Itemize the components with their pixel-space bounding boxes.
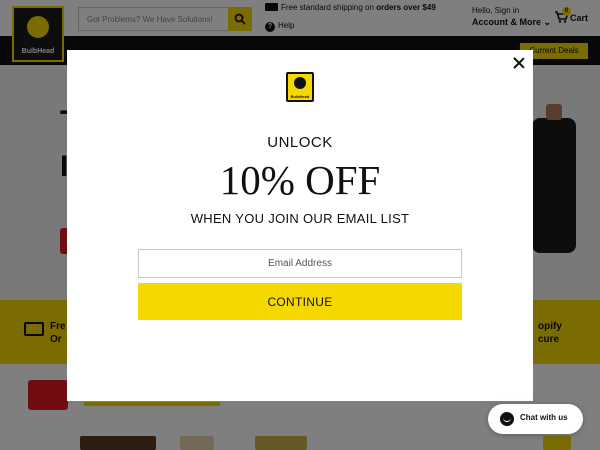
chat-label: Chat with us bbox=[520, 413, 568, 422]
modal-unlock-text: UNLOCK bbox=[267, 134, 333, 151]
modal-discount-headline: 10% OFF bbox=[219, 157, 381, 203]
bulbhead-logo: BulbHead bbox=[286, 72, 314, 102]
modal-subtitle: WHEN YOU JOIN OUR EMAIL LIST bbox=[190, 211, 410, 226]
email-field[interactable] bbox=[138, 249, 462, 278]
chat-icon bbox=[500, 412, 514, 426]
close-icon[interactable] bbox=[511, 55, 527, 71]
bulb-icon bbox=[294, 77, 306, 89]
continue-button[interactable]: CONTINUE bbox=[138, 283, 462, 320]
email-signup-modal: BulbHead UNLOCK 10% OFF WHEN YOU JOIN OU… bbox=[67, 50, 533, 401]
chat-button[interactable]: Chat with us bbox=[488, 404, 583, 434]
modal-logo-text: BulbHead bbox=[290, 94, 310, 99]
